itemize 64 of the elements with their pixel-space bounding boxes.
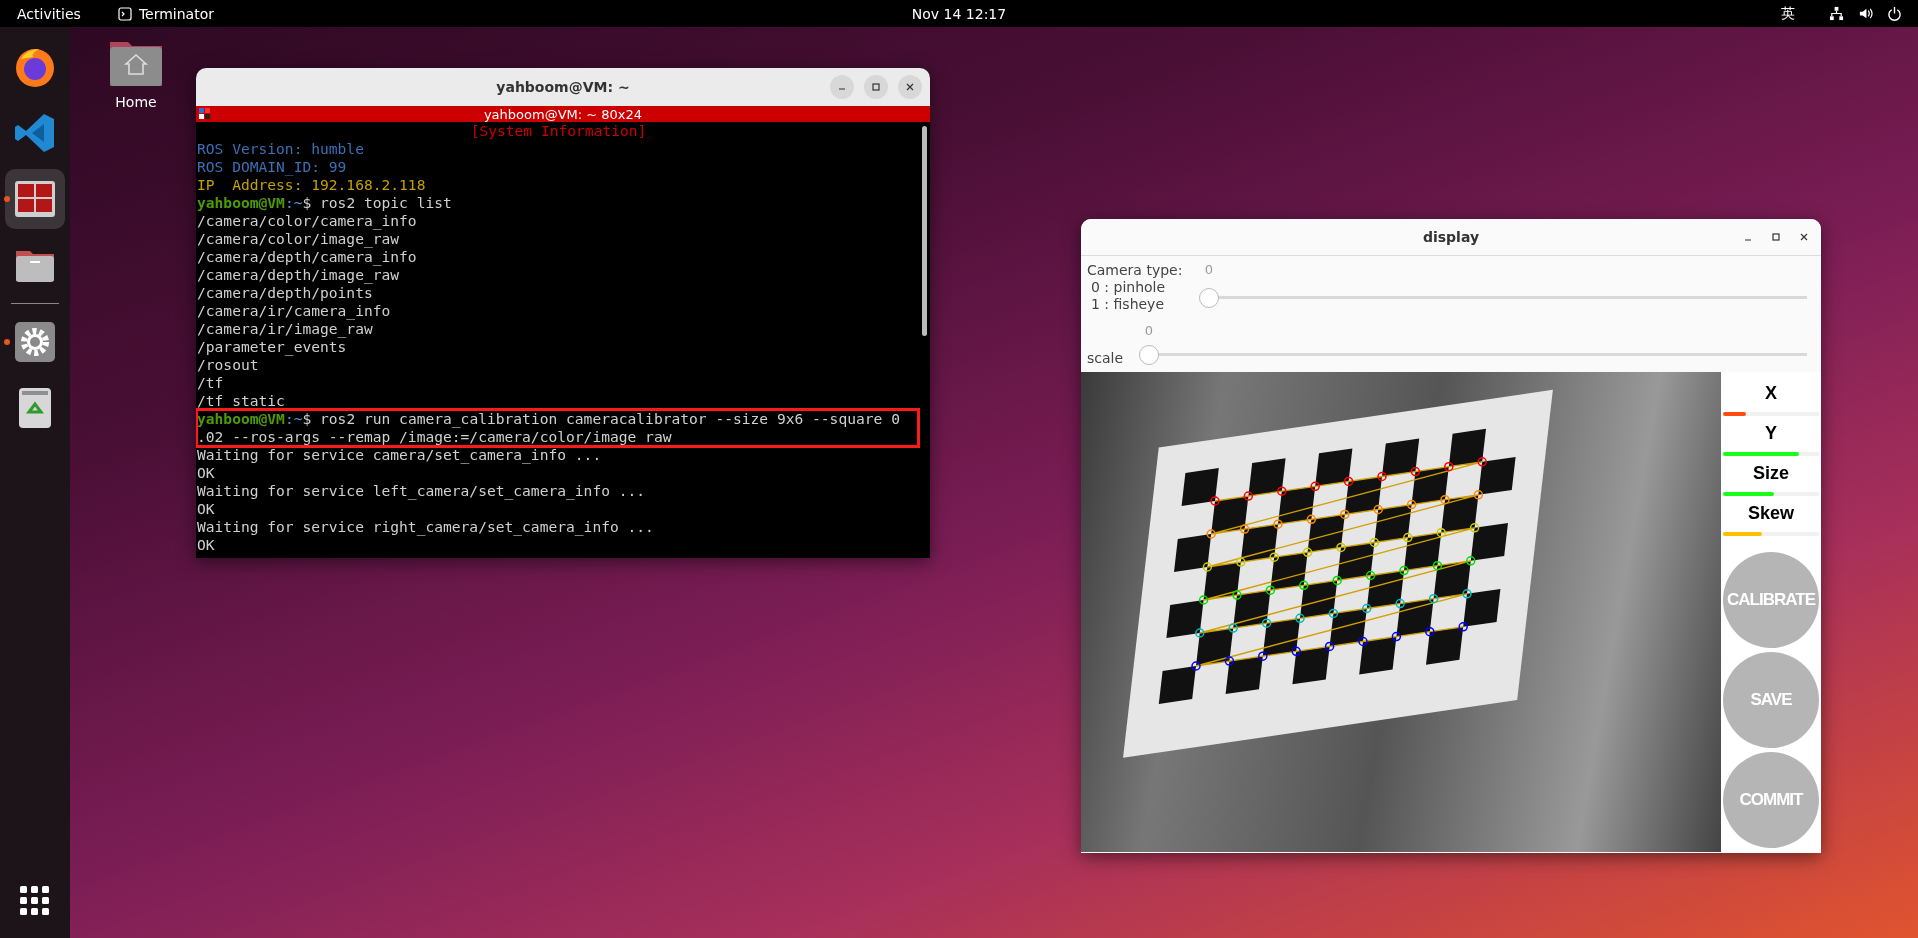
close-button[interactable] [898, 75, 922, 99]
terminal-icon [117, 6, 132, 21]
maximize-icon [871, 82, 881, 92]
terminal-line: /rosout [197, 356, 260, 374]
terminal-line: /camera/color/camera_info [197, 212, 418, 230]
terminal-line: Waiting for service camera/set_camera_info ... [197, 446, 603, 464]
terminal-line: IP Address: 192.168.2.118 [197, 176, 427, 194]
metric-label: Size [1753, 462, 1789, 484]
prompt-path: :~ [284, 410, 303, 427]
maximize-button[interactable] [864, 75, 888, 99]
metric-label: Y [1765, 422, 1777, 444]
metric-label: X [1765, 382, 1777, 404]
terminal-line: [System Information] [469, 122, 648, 140]
terminal-line: /tf_static [197, 392, 286, 410]
terminal-line: Waiting for service left_camera/set_camera_info ... [197, 482, 647, 500]
scrollbar-thumb[interactable] [922, 126, 927, 336]
app-menu[interactable]: Terminator [138, 5, 214, 22]
terminal-line: /camera/ir/camera_info [197, 302, 392, 320]
terminal-line: ROS Version: humble [197, 140, 365, 158]
activities-button[interactable]: Activities [17, 5, 81, 22]
terminal-line: /tf [197, 374, 225, 392]
gear-icon [13, 320, 57, 364]
network-icon[interactable] [1829, 6, 1844, 21]
terminal-line: .02 --ros-args --remap /image:=/camera/color/image_raw [197, 428, 673, 446]
code-editor-icon [13, 111, 57, 155]
prompt-path: :~ [284, 194, 303, 211]
metric-label: Skew [1748, 502, 1794, 524]
terminal-line: /camera/depth/camera_info [197, 248, 418, 266]
slider-label: 1 : fisheye [1090, 296, 1165, 313]
volume-icon[interactable] [1858, 6, 1873, 21]
dock-item[interactable] [5, 169, 65, 229]
slider-value: 0 [1144, 323, 1154, 338]
terminal-title: yahboom@VM: ~ 80x24 [483, 106, 643, 122]
terminal-line: ROS DOMAIN_ID: 99 [197, 158, 348, 176]
slider-label: Camera type: [1087, 262, 1183, 279]
close-icon [905, 82, 915, 92]
terminal-line: /camera/depth/image_raw [197, 266, 401, 284]
command-text: $ ros2 run camera_calibration cameracalibrator --size 9x6 --square 0 [302, 410, 900, 427]
terminal-line: OK [197, 464, 216, 482]
terminal-grid-icon[interactable] [199, 108, 211, 120]
power-icon[interactable] [1887, 6, 1902, 21]
close-icon[interactable] [1799, 232, 1809, 242]
window-title: yahboom@VM: ~ [496, 79, 630, 95]
input-method-indicator[interactable]: 英 [1781, 4, 1795, 23]
prompt-user: yahboom@VM [197, 194, 285, 211]
prompt-user: yahboom@VM [197, 410, 285, 427]
slider-thumb[interactable] [1139, 345, 1159, 365]
terminal-line: /camera/color/image_raw [197, 230, 401, 248]
terminal-line: /parameter_events [197, 338, 348, 356]
slider-value: 0 [1204, 262, 1214, 277]
slider-thumb[interactable] [1199, 288, 1219, 308]
terminal-line: OK [197, 536, 216, 554]
slider-label: scale [1087, 350, 1124, 367]
app-grid-icon[interactable] [20, 886, 50, 916]
slider-label: 0 : pinhole [1090, 279, 1166, 296]
terminal-line: /camera/ir/image_raw [197, 320, 374, 338]
terminal-line: Waiting for service right_camera/set_camera_info ... [197, 518, 655, 536]
command-text: $ ros2 topic list [302, 194, 452, 211]
maximize-icon[interactable] [1771, 232, 1781, 242]
window-title: display [1422, 229, 1480, 245]
terminal-line: /camera/depth/points [197, 284, 374, 302]
terminal-line: OK [197, 500, 216, 518]
desktop-icon-label[interactable]: Home [115, 94, 157, 110]
clock[interactable]: Nov 14 12:17 [911, 5, 1007, 22]
